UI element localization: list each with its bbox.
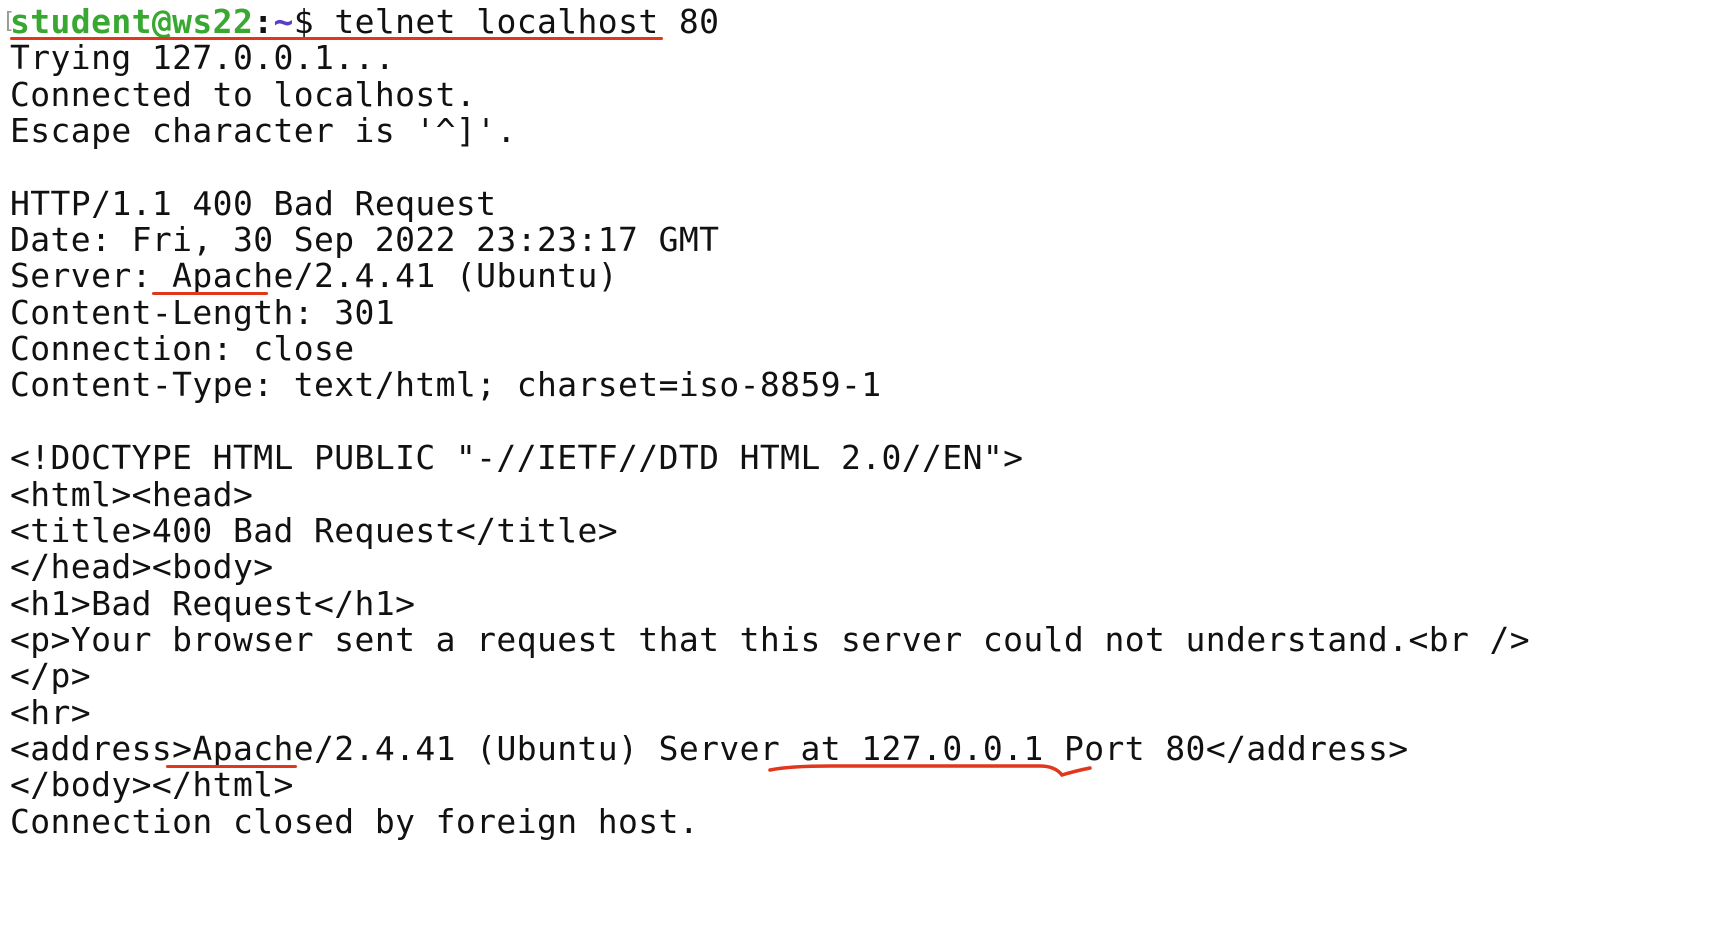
terminal-window[interactable]: [student@ws22:~$ telnet localhost 80 Try… — [0, 0, 1724, 930]
annotation-underline-host-port — [768, 764, 1092, 778]
